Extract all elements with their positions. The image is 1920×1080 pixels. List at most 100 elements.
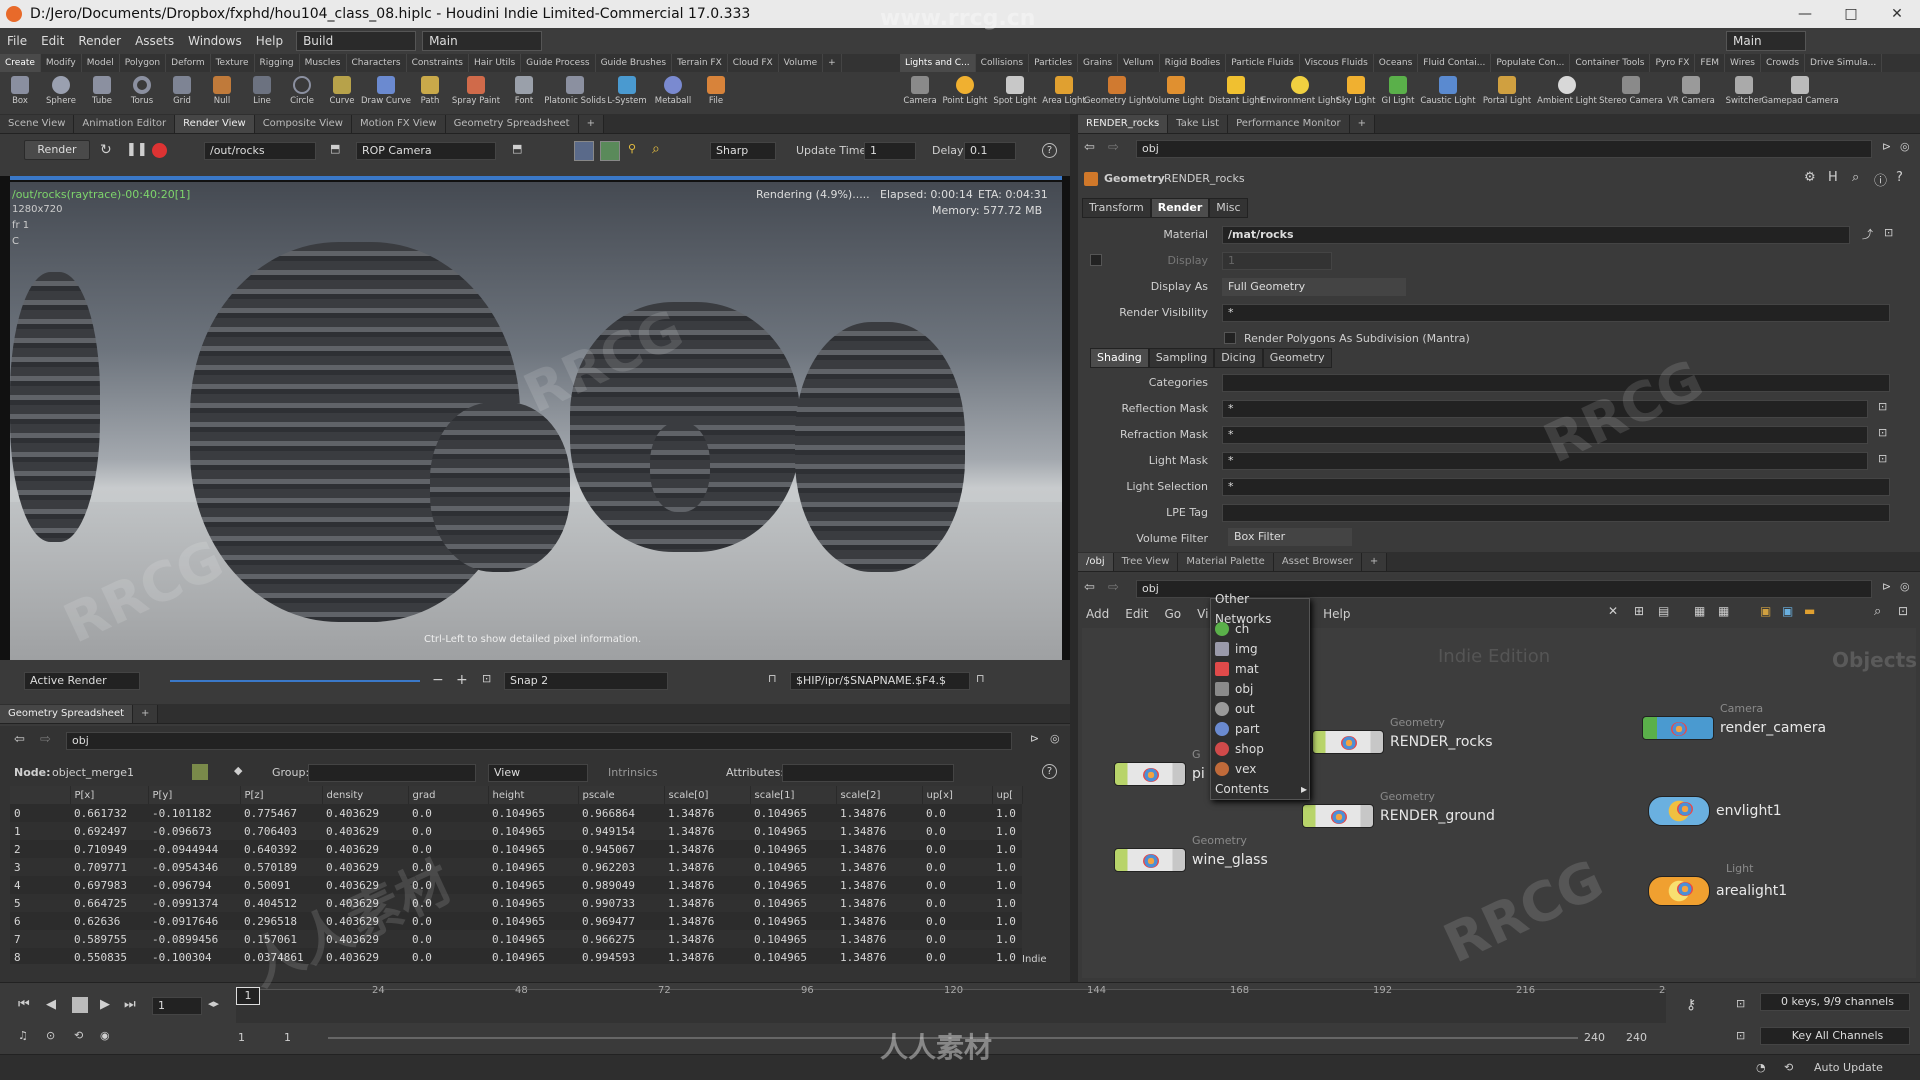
back-arrow-icon[interactable]: ⇦	[14, 732, 25, 747]
end-frame[interactable]: 240	[1584, 1031, 1605, 1044]
stop-render-icon[interactable]	[152, 143, 167, 158]
column-header[interactable]: grad	[408, 786, 489, 804]
add-tab-icon[interactable]: +	[133, 705, 159, 723]
mask-select-icon[interactable]: ⊡	[1878, 400, 1887, 413]
save-snapshot-icon[interactable]: ⊓	[976, 672, 985, 685]
image-icon[interactable]: ▣	[1782, 604, 1793, 618]
key-all-channels-button[interactable]: Key All Channels	[1760, 1027, 1910, 1045]
shelf-tab[interactable]: Polygon	[120, 54, 167, 72]
subdivision-checkbox[interactable]	[1224, 332, 1236, 344]
tab-performance-monitor[interactable]: Performance Monitor	[1228, 115, 1350, 133]
node-render-ground[interactable]: Geometry RENDER_ground	[1302, 790, 1495, 828]
shelf-tab[interactable]: Hair Utils	[469, 54, 522, 72]
realtime-icon[interactable]: ⊙	[46, 1029, 55, 1042]
minimize-button[interactable]: —	[1782, 0, 1828, 28]
add-shelf-icon[interactable]: +	[823, 54, 842, 72]
help-icon[interactable]: ?	[1042, 764, 1057, 779]
shelf-tab[interactable]: Lights and C...	[900, 54, 976, 72]
tool-stereo-camera[interactable]: Stereo Camera	[1598, 72, 1664, 116]
shelf-tab[interactable]: Particle Fluids	[1226, 54, 1300, 72]
tab-shading[interactable]: Shading	[1090, 348, 1149, 368]
shelf-tab[interactable]: Rigging	[255, 54, 300, 72]
render-visibility-field[interactable]: *	[1222, 304, 1890, 322]
shelf-tab[interactable]: Model	[82, 54, 120, 72]
menu-edit[interactable]: Edit	[1117, 607, 1156, 621]
shelf-tab[interactable]: Characters	[347, 54, 407, 72]
menu-item-vex[interactable]: vex	[1211, 759, 1309, 779]
light-mask-field[interactable]: *	[1222, 452, 1868, 470]
shelf-tab[interactable]: Crowds	[1761, 54, 1806, 72]
delay-field[interactable]: 0.1	[964, 142, 1016, 160]
shelf-tab[interactable]: Viscous Fluids	[1300, 54, 1374, 72]
tool-metaball[interactable]: Metaball	[650, 72, 696, 116]
tool-caustic-light[interactable]: Caustic Light	[1418, 72, 1478, 116]
snap-path-field[interactable]: $HIP/ipr/$SNAPNAME.$F4.$	[790, 672, 970, 690]
tool-font[interactable]: Font	[502, 72, 546, 116]
pane-divider[interactable]	[1070, 114, 1078, 982]
mask-select-icon[interactable]: ⊡	[1878, 452, 1887, 465]
table-row[interactable]: 3 0.709771 -0.0954346 0.570189 0.403629 0.0 0.…	[10, 858, 1022, 876]
tab-scene-view[interactable]: Scene View	[0, 115, 75, 133]
pause-icon[interactable]: ❚❚	[126, 142, 148, 157]
forward-arrow-icon[interactable]: ⇨	[1108, 140, 1119, 155]
tab-transform[interactable]: Transform	[1082, 198, 1151, 218]
material-field[interactable]: /mat/rocks	[1222, 226, 1850, 244]
choose-op-icon[interactable]: ⊡	[1884, 226, 1893, 239]
tool-spray-paint[interactable]: Spray Paint	[450, 72, 502, 116]
tool-geometry-light[interactable]: Geometry Light	[1084, 72, 1150, 116]
add-tab-icon[interactable]: +	[1349, 115, 1376, 133]
view-selector[interactable]: View	[488, 764, 588, 782]
play-backward-icon[interactable]: ◀	[46, 997, 56, 1012]
stop-icon[interactable]	[72, 997, 88, 1013]
tool-null[interactable]: Null	[202, 72, 242, 116]
shelf-tab[interactable]: Guide Process	[521, 54, 596, 72]
maximize-button[interactable]: □	[1828, 0, 1874, 28]
menu-go[interactable]: Go	[1156, 607, 1189, 621]
node-render-rocks[interactable]: Geometry RENDER_rocks	[1312, 716, 1493, 754]
shelf-tab[interactable]: Volume	[779, 54, 824, 72]
tab-animation-editor[interactable]: Animation Editor	[74, 115, 176, 133]
sharp-field[interactable]: Sharp	[710, 142, 776, 160]
desktop2-selector[interactable]: Main	[422, 31, 543, 51]
menu-item-out[interactable]: out	[1211, 699, 1309, 719]
table-row[interactable]: 7 0.589755 -0.0899456 0.157061 0.403629 0.0 0.…	[10, 930, 1022, 948]
shelf-tab[interactable]: Vellum	[1118, 54, 1160, 72]
forward-arrow-icon[interactable]: ⇨	[1108, 580, 1119, 595]
link-icon[interactable]: ◎	[1900, 580, 1910, 593]
start-frame-2[interactable]: 1	[284, 1031, 291, 1044]
play-icon[interactable]: ▶	[100, 997, 110, 1012]
gear-icon[interactable]: ⚙	[1804, 170, 1816, 185]
tab-sampling[interactable]: Sampling	[1148, 348, 1215, 368]
column-header[interactable]: P[x]	[70, 786, 149, 804]
menu-item-img[interactable]: img	[1211, 639, 1309, 659]
tab-tree-view[interactable]: Tree View	[1113, 553, 1179, 571]
grid-view-icon[interactable]: ▦	[1694, 604, 1705, 618]
menu-assets[interactable]: Assets	[128, 34, 181, 48]
start-frame[interactable]: 1	[238, 1031, 245, 1044]
menu-item-mat[interactable]: mat	[1211, 659, 1309, 679]
tool-point-light[interactable]: Point Light	[940, 72, 990, 116]
tool-ambient-light[interactable]: Ambient Light	[1536, 72, 1598, 116]
shelf-tab[interactable]: Fluid Contai...	[1418, 54, 1492, 72]
menu-item-shop[interactable]: shop	[1211, 739, 1309, 759]
shelf-tab[interactable]: Rigid Bodies	[1160, 54, 1227, 72]
tool-torus[interactable]: Torus	[122, 72, 162, 116]
tool-portal-light[interactable]: Portal Light	[1478, 72, 1536, 116]
node-name[interactable]: RENDER_rocks	[1164, 172, 1245, 185]
search-icon[interactable]: ⌕	[1874, 604, 1881, 619]
table-row[interactable]: 2 0.710949 -0.0944944 0.640392 0.403629 0.0 0.…	[10, 840, 1022, 858]
tool-draw-curve[interactable]: Draw Curve	[361, 72, 411, 116]
tab-take-list[interactable]: Take List	[1168, 115, 1229, 133]
tool-curve[interactable]: Curve	[322, 72, 362, 116]
shelf-tab[interactable]: Oceans	[1374, 54, 1419, 72]
back-arrow-icon[interactable]: ⇦	[1084, 140, 1095, 155]
shelf-tab[interactable]: Wires	[1725, 54, 1761, 72]
pin-icon[interactable]: ⚲	[628, 142, 636, 155]
auto-update-label[interactable]: Auto Update	[1814, 1061, 1883, 1074]
shelf-tab[interactable]: Cloud FX	[728, 54, 779, 72]
shelf-tab[interactable]: Grains	[1078, 54, 1119, 72]
rop-pick-icon[interactable]: ⬒	[330, 142, 340, 155]
spreadsheet-path-field[interactable]: obj	[66, 732, 1012, 750]
update-mode-icon[interactable]: ⟲	[1784, 1061, 1793, 1074]
playhead[interactable]: 1	[236, 987, 260, 1005]
